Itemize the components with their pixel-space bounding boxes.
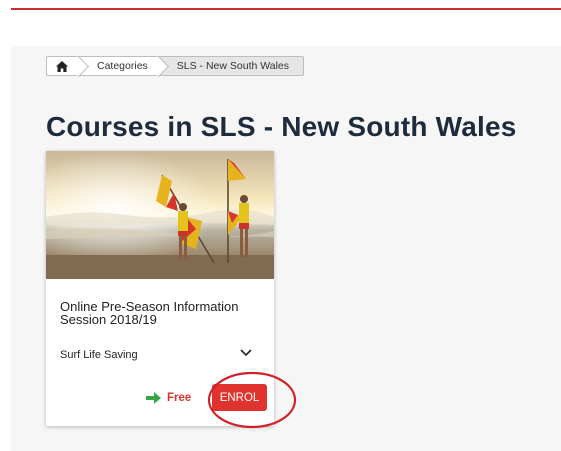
breadcrumb-home[interactable] [46,56,78,76]
arrow-right-icon [146,392,161,404]
chevron-down-icon[interactable] [240,349,252,357]
course-image[interactable] [46,151,274,279]
course-category: Surf Life Saving [60,349,138,361]
home-icon [56,60,68,72]
breadcrumb-categories-label: Categories [97,60,148,72]
course-price: Free [146,392,191,404]
breadcrumb-current-label: SLS - New South Wales [176,60,290,72]
course-card[interactable]: Online Pre-Season Information Session 20… [46,151,274,426]
breadcrumb-current: SLS - New South Wales [157,56,305,76]
course-title[interactable]: Online Pre-Season Information Session 20… [60,300,250,326]
price-label: Free [167,392,192,404]
breadcrumb: Categories SLS - New South Wales [46,56,305,76]
enrol-button[interactable]: ENROL [212,384,267,411]
header-accent-line [11,8,561,10]
breadcrumb-categories[interactable]: Categories [78,56,158,76]
page-title: Courses in SLS - New South Wales [46,110,517,142]
